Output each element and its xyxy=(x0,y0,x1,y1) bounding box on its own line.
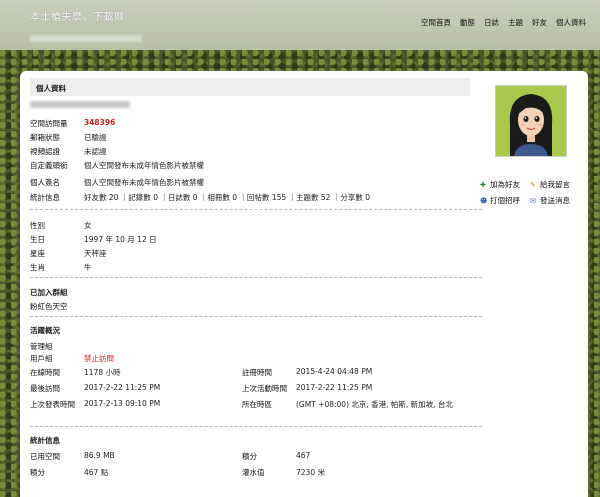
chinese-zodiac-value: 牛 xyxy=(84,263,92,272)
divider xyxy=(30,277,482,278)
points-label: 積分 xyxy=(242,452,257,461)
space-used-label: 已用空間 xyxy=(30,452,60,461)
message-icon: ✎ xyxy=(530,181,536,189)
video-auth-label: 視頻認證 xyxy=(30,147,60,156)
activity-title: 活躍概況 xyxy=(30,326,60,335)
custom-title-value: 個人空間發布未成年情色影片被禁權 xyxy=(84,161,204,170)
space-used-value: 86.9 MB xyxy=(84,451,115,460)
zodiac-label: 星座 xyxy=(30,249,45,258)
timezone-label: 所在時區 xyxy=(242,400,272,409)
site-header: 本土槍失麼，下載姬 空間首頁 動態 日誌 主題 好友 個人資料 xyxy=(0,0,600,50)
leave-message-link[interactable]: ✎ 給我留言 xyxy=(530,179,584,190)
avatar-portrait xyxy=(496,86,566,156)
stats-summary-value: 好友數 20 ｜記錄數 0 ｜日誌數 0 ｜相冊數 0 ｜回帖數 155 ｜主題… xyxy=(84,193,370,202)
email-status-value: 已驗證 xyxy=(84,133,107,142)
username-redacted xyxy=(30,99,130,108)
visits-value: 348396 xyxy=(84,118,116,127)
user-group-label: 用戶組 xyxy=(30,354,53,363)
register-time-label: 註冊時間 xyxy=(242,368,272,377)
add-friend-link[interactable]: ✚ 加為好友 xyxy=(480,179,530,190)
gender-value: 女 xyxy=(84,221,92,230)
divider xyxy=(30,316,482,317)
online-time-value: 1178 小時 xyxy=(84,368,121,377)
admin-group-label: 管理組 xyxy=(30,342,53,351)
credits-value: 467 點 xyxy=(84,468,109,477)
mail-icon: ✉ xyxy=(530,197,536,205)
top-nav: 空間首頁 動態 日誌 主題 好友 個人資料 xyxy=(421,17,586,28)
nav-friends[interactable]: 好友 xyxy=(532,17,547,28)
register-time-value: 2015-4-24 04:48 PM xyxy=(296,367,373,376)
water-label: 灌水值 xyxy=(242,468,265,477)
video-auth-value: 未認證 xyxy=(84,147,107,156)
profile-actions: ✚ 加為好友 ✎ 給我留言 ☻ 打個招呼 ✉ 發送消息 xyxy=(480,179,584,206)
panel-title: 個人資料 xyxy=(30,78,470,96)
group-link[interactable]: 粉紅色天空 xyxy=(30,301,68,312)
nav-profile[interactable]: 個人資料 xyxy=(556,17,586,28)
water-value: 7230 米 xyxy=(296,468,325,477)
nav-space-home[interactable]: 空間首頁 xyxy=(421,17,451,28)
zodiac-value: 天秤座 xyxy=(84,249,107,258)
add-friend-label: 加為好友 xyxy=(490,180,520,189)
last-active-value: 2017-2-22 11:25 PM xyxy=(296,383,373,392)
signature-value: 個人空間發布未成年情色影片被禁權 xyxy=(84,178,204,187)
stats-title: 統計信息 xyxy=(30,436,60,445)
poke-icon: ☻ xyxy=(480,197,488,205)
divider xyxy=(30,209,482,210)
email-status-label: 郵箱狀態 xyxy=(30,133,60,142)
chinese-zodiac-label: 生肖 xyxy=(30,263,45,272)
signature-label: 個人簽名 xyxy=(30,178,60,187)
add-friend-icon: ✚ xyxy=(480,181,486,189)
groups-title: 已加入群組 xyxy=(30,288,68,297)
nav-topics[interactable]: 主題 xyxy=(508,17,523,28)
birthday-value: 1997 年 10 月 12 日 xyxy=(84,235,157,244)
divider xyxy=(30,426,482,427)
stats-summary-label: 統計信息 xyxy=(30,193,60,202)
send-message-label: 發送消息 xyxy=(540,196,570,205)
leave-message-label: 給我留言 xyxy=(540,180,570,189)
poke-link[interactable]: ☻ 打個招呼 xyxy=(480,195,530,206)
last-post-label: 上次發表時間 xyxy=(30,400,75,409)
nav-blog[interactable]: 日誌 xyxy=(484,17,499,28)
profile-panel: 個人資料 空間訪問量 348396 郵箱狀態 已驗證 視頻認證 未認證 自定義頭… xyxy=(20,71,588,497)
timezone-value: (GMT +08:00) 北京, 香港, 帕斯, 新加坡, 台北 xyxy=(296,400,453,409)
poke-label: 打個招呼 xyxy=(490,196,520,205)
visits-label: 空間訪問量 xyxy=(30,119,68,128)
points-value: 467 xyxy=(296,451,311,460)
last-visit-value: 2017-2-22 11:25 PM xyxy=(84,383,161,392)
avatar[interactable] xyxy=(495,85,567,157)
gender-label: 性別 xyxy=(30,221,45,230)
online-time-label: 在線時間 xyxy=(30,368,60,377)
birthday-label: 生日 xyxy=(30,235,45,244)
send-message-link[interactable]: ✉ 發送消息 xyxy=(530,195,584,206)
credits-label: 積分 xyxy=(30,468,45,477)
site-title[interactable]: 本土槍失麼，下載姬 xyxy=(30,8,125,23)
last-post-value: 2017-2-13 09:10 PM xyxy=(84,399,161,408)
last-active-label: 上次活動時間 xyxy=(242,384,287,393)
last-visit-label: 最後訪問 xyxy=(30,384,60,393)
site-subtitle-redacted xyxy=(30,34,142,42)
custom-title-label: 自定義頭銜 xyxy=(30,161,68,170)
nav-feed[interactable]: 動態 xyxy=(460,17,475,28)
user-group-value[interactable]: 禁止訪問 xyxy=(84,353,114,364)
